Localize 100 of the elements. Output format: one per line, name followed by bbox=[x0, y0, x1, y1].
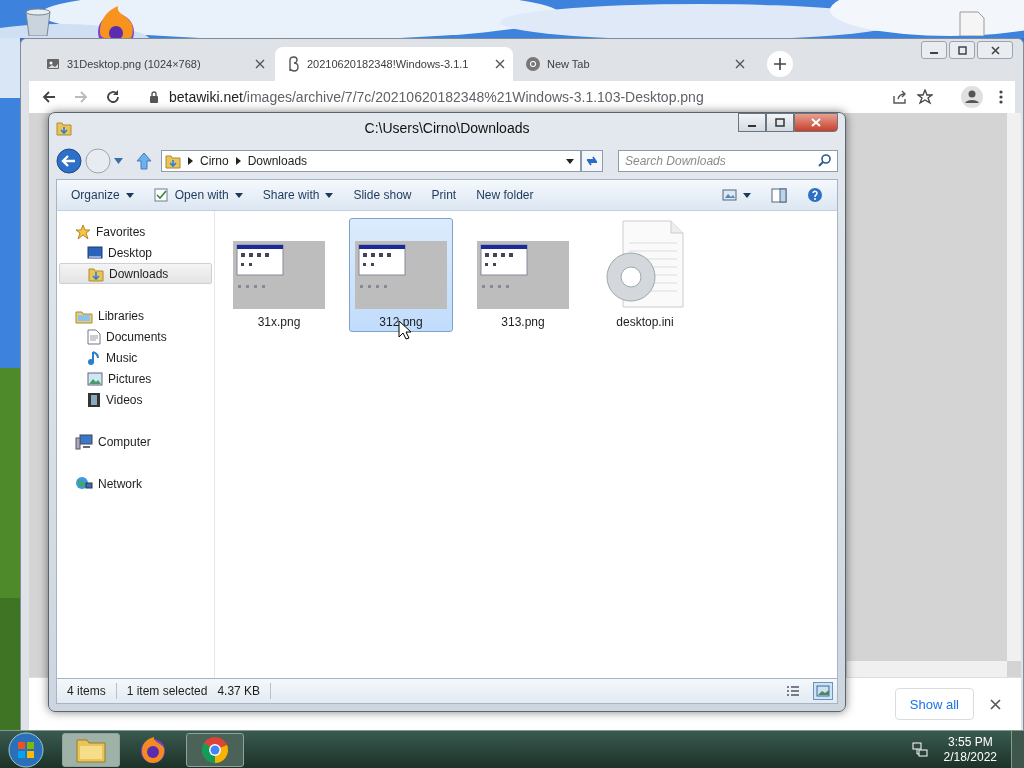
folder-icon bbox=[165, 153, 181, 169]
chevron-icon[interactable] bbox=[188, 157, 193, 165]
browser-tab[interactable]: 20210620182348!Windows-3.1.1 bbox=[275, 47, 513, 81]
help-icon[interactable] bbox=[807, 187, 823, 203]
selection-info: 1 item selected bbox=[126, 684, 208, 698]
breadcrumb-item[interactable]: Cirno bbox=[200, 154, 229, 168]
toolbar-menu[interactable]: Organize bbox=[63, 184, 142, 206]
star-icon[interactable] bbox=[917, 89, 933, 105]
browser-logo-icon bbox=[525, 56, 541, 72]
checkbox-icon bbox=[153, 188, 169, 202]
file-item[interactable]: 31x.png bbox=[227, 218, 331, 332]
share-icon[interactable] bbox=[892, 89, 907, 105]
nav-item[interactable]: Downloads bbox=[59, 263, 212, 284]
caret-icon[interactable] bbox=[566, 158, 574, 164]
address-field[interactable]: Cirno Downloads bbox=[161, 150, 581, 172]
close-icon[interactable] bbox=[990, 698, 1001, 710]
search-icon[interactable] bbox=[818, 154, 831, 167]
nav-item[interactable]: Favorites bbox=[59, 221, 212, 242]
clock[interactable]: 3:55 PM 2/18/2022 bbox=[943, 734, 997, 765]
window-title: C:\Users\Cirno\Downloads bbox=[364, 120, 530, 136]
start-button[interactable] bbox=[8, 731, 44, 768]
up-arrow-icon[interactable] bbox=[136, 152, 152, 170]
maximize-button[interactable] bbox=[949, 41, 975, 59]
refresh-icon bbox=[585, 154, 599, 168]
lock-icon bbox=[149, 91, 159, 103]
minimize-icon bbox=[930, 52, 938, 54]
nav-item[interactable]: Network bbox=[59, 473, 212, 494]
caret-icon bbox=[125, 192, 134, 198]
breadcrumb-item[interactable]: Downloads bbox=[247, 154, 308, 168]
settings-file-icon bbox=[603, 219, 687, 309]
minimize-button[interactable] bbox=[738, 113, 766, 132]
computer-icon bbox=[75, 433, 93, 450]
nav-item[interactable]: Pictures bbox=[59, 368, 212, 389]
search-field[interactable]: Search Downloads bbox=[618, 150, 838, 172]
nav-item[interactable]: Music bbox=[59, 347, 212, 368]
list-icon bbox=[786, 685, 800, 697]
back-button[interactable] bbox=[56, 148, 82, 174]
nav-item[interactable]: Libraries bbox=[59, 305, 212, 326]
back-arrow-icon[interactable] bbox=[41, 89, 57, 105]
close-button[interactable] bbox=[794, 113, 838, 132]
nav-item[interactable]: Videos bbox=[59, 389, 212, 410]
file-item[interactable]: 312.png bbox=[349, 218, 453, 332]
network-icon[interactable] bbox=[911, 741, 928, 758]
network-icon bbox=[75, 475, 93, 492]
image-icon bbox=[816, 685, 830, 697]
close-icon[interactable] bbox=[495, 59, 505, 69]
film-icon bbox=[87, 391, 101, 408]
image-icon bbox=[87, 371, 103, 386]
maximize-icon bbox=[957, 45, 967, 55]
star-icon bbox=[75, 223, 91, 240]
folder-icon bbox=[56, 120, 72, 136]
minimize-button[interactable] bbox=[921, 41, 947, 59]
maximize-icon bbox=[775, 118, 785, 127]
icon-view-button[interactable] bbox=[813, 682, 833, 700]
nav-item[interactable]: Documents bbox=[59, 326, 212, 347]
nav-item[interactable]: Desktop bbox=[59, 242, 212, 263]
close-icon[interactable] bbox=[735, 59, 745, 69]
taskbar-button[interactable] bbox=[62, 732, 120, 767]
toolbar-button[interactable]: Print bbox=[423, 184, 465, 206]
maximize-button[interactable] bbox=[766, 113, 794, 132]
toolbar-menu[interactable]: Share with bbox=[254, 184, 342, 206]
caret-icon bbox=[743, 192, 751, 198]
show-all-button[interactable]: Show all bbox=[894, 688, 974, 720]
scrollbar[interactable] bbox=[847, 661, 1007, 677]
preview-pane-icon[interactable] bbox=[771, 187, 787, 203]
monitor-icon bbox=[87, 245, 103, 260]
music-note-icon bbox=[87, 349, 101, 366]
folder-icon bbox=[76, 736, 106, 763]
taskbar-button[interactable] bbox=[186, 732, 244, 767]
caret-icon bbox=[234, 192, 243, 198]
close-icon[interactable] bbox=[255, 59, 265, 69]
caret-icon bbox=[325, 192, 334, 198]
profile-icon[interactable] bbox=[961, 86, 983, 108]
file-size: 4.37 KB bbox=[217, 684, 261, 698]
item-count: 4 items bbox=[67, 684, 106, 698]
toolbar-menu[interactable]: Open with bbox=[145, 184, 251, 206]
refresh-button[interactable] bbox=[581, 150, 603, 172]
file-item[interactable]: 313.png bbox=[471, 218, 575, 332]
plus-icon bbox=[774, 58, 786, 70]
image-file-icon bbox=[45, 56, 61, 72]
menu-icon[interactable] bbox=[999, 90, 1003, 104]
close-icon bbox=[811, 118, 821, 127]
nav-item[interactable]: Computer bbox=[59, 431, 212, 452]
browser-tab[interactable]: New Tab bbox=[515, 47, 753, 81]
toolbar-button[interactable]: New folder bbox=[468, 184, 542, 206]
flame-globe-icon bbox=[139, 735, 167, 764]
show-desktop-button[interactable] bbox=[1011, 730, 1024, 768]
minimize-icon bbox=[748, 124, 756, 127]
close-icon bbox=[990, 45, 1000, 55]
close-button[interactable] bbox=[977, 41, 1013, 59]
reload-icon[interactable] bbox=[105, 89, 121, 105]
browser-logo-icon bbox=[201, 735, 229, 764]
file-item[interactable]: desktop.ini bbox=[593, 218, 697, 332]
scrollbar[interactable] bbox=[1007, 113, 1021, 661]
chevron-icon[interactable] bbox=[235, 157, 241, 165]
new-tab-button[interactable] bbox=[767, 51, 793, 77]
image-icon bbox=[722, 189, 737, 201]
browser-tab[interactable]: 31Desktop.png (1024×768) bbox=[35, 47, 273, 81]
folder-icon bbox=[88, 265, 104, 282]
toolbar-button[interactable]: Slide show bbox=[345, 184, 420, 206]
